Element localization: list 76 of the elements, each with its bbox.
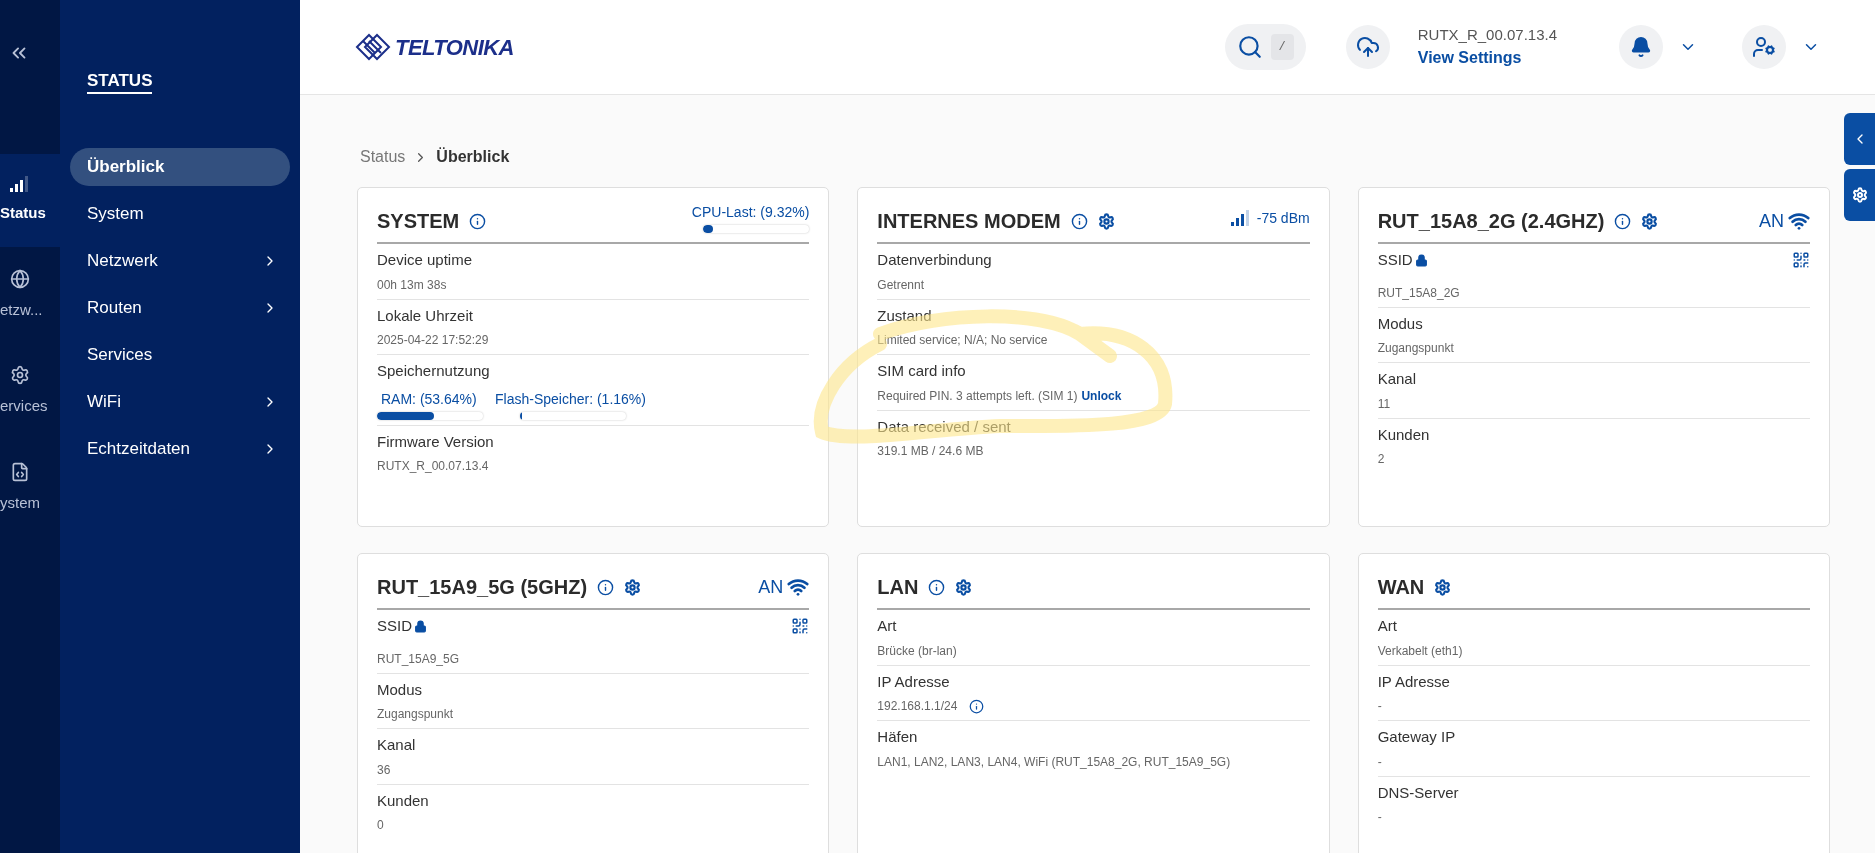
wifi-status: AN bbox=[758, 575, 784, 599]
field-label: IP Adresse bbox=[1377, 671, 1451, 692]
field-value: LAN1, LAN2, LAN3, LAN4, WiFi (RUT_15A8_2G, RUT_15A9_5G) bbox=[877, 753, 1232, 771]
sidebar-item[interactable]: Echtzeitdaten bbox=[70, 429, 290, 468]
field-value: 00h 13m 38s bbox=[377, 276, 448, 294]
field-value: Zugangspunkt bbox=[377, 706, 455, 723]
field-value: 0 bbox=[377, 817, 385, 834]
card-title: RUT_15A9_5G (5GHZ) bbox=[377, 575, 588, 600]
view-settings-link[interactable]: View Settings bbox=[1417, 46, 1557, 71]
logo-text: TELTONIKA bbox=[395, 33, 514, 62]
field-value: RUTX_R_00.07.13.4 bbox=[377, 458, 490, 475]
signal-reading: -75 dBm bbox=[1256, 208, 1310, 228]
field-value: 192.168.1.1/24 bbox=[877, 698, 958, 715]
sidebar-title: STATUS bbox=[87, 71, 153, 94]
field-value: Getrennt bbox=[877, 276, 926, 294]
firmware-version: RUTX_R_00.07.13.4 bbox=[1417, 24, 1557, 45]
unlock-link[interactable]: Unlock bbox=[1081, 386, 1122, 405]
search-button[interactable]: / bbox=[1224, 24, 1306, 70]
card-title: RUT_15A8_2G (2.4GHZ) bbox=[1377, 209, 1605, 234]
field-label: Gateway IP bbox=[1377, 727, 1457, 747]
card-title: LAN bbox=[877, 575, 919, 600]
sidebar-item[interactable]: Routen bbox=[70, 288, 290, 327]
field-value: Limited service; N/A; No service bbox=[877, 332, 1049, 349]
memory-usage-label: RAM: (53.64%) bbox=[380, 389, 478, 409]
card-title: INTERNES MODEM bbox=[877, 209, 1061, 234]
sidebar-item[interactable]: Services bbox=[70, 335, 290, 374]
field-label: Art bbox=[1377, 616, 1398, 636]
rail-item[interactable]: ervices bbox=[0, 343, 60, 440]
breadcrumb-link[interactable]: Status bbox=[360, 145, 406, 169]
field-value: 2025-04-22 17:52:29 bbox=[377, 332, 490, 349]
field-value: 11 bbox=[1377, 395, 1392, 413]
field-label: Data received / sent bbox=[877, 416, 1012, 437]
field-label: Firmware Version bbox=[377, 431, 495, 452]
field-label: Kunden bbox=[1377, 424, 1431, 445]
field-label: Modus bbox=[1377, 313, 1424, 334]
field-label: Datenverbindung bbox=[877, 250, 993, 270]
field-label: Device uptime bbox=[377, 250, 474, 270]
cpu-load-label: CPU-Last: (9.32%) bbox=[691, 202, 810, 222]
field-label: Art bbox=[877, 616, 898, 636]
field-value: 319.1 MB / 24.6 MB bbox=[877, 443, 985, 460]
field-label: Modus bbox=[377, 679, 424, 700]
field-label: Speichernutzung bbox=[377, 361, 491, 381]
field-value: - bbox=[1377, 753, 1383, 771]
memory-usage-label: Flash-Speicher: (1.16%) bbox=[495, 389, 646, 409]
field-value: - bbox=[1377, 698, 1383, 715]
field-label: Kanal bbox=[377, 735, 417, 755]
rail-item[interactable]: etzw... bbox=[0, 246, 60, 343]
field-value: 36 bbox=[377, 761, 392, 779]
field-value: RUT_15A9_5G bbox=[377, 650, 461, 668]
field-value: Verkabelt (eth1) bbox=[1377, 642, 1464, 660]
field-value: Required PIN. 3 attempts left. (SIM 1) bbox=[877, 387, 1078, 405]
field-value: Brücke (br-lan) bbox=[877, 642, 958, 660]
breadcrumb-current: Überblick bbox=[436, 146, 510, 167]
field-label: Lokale Uhrzeit bbox=[377, 305, 474, 326]
sidebar-item[interactable]: System bbox=[70, 194, 290, 233]
wifi-status: AN bbox=[1759, 209, 1784, 233]
field-value: 2 bbox=[1377, 451, 1386, 468]
rail-item[interactable]: Status bbox=[0, 154, 60, 247]
sidebar-item[interactable]: WiFi bbox=[70, 382, 290, 421]
field-label: Kanal bbox=[1377, 369, 1418, 389]
field-label: Kunden bbox=[377, 790, 430, 811]
card-title: WAN bbox=[1377, 575, 1425, 600]
field-label: Zustand bbox=[877, 305, 933, 326]
field-label: SSID bbox=[377, 616, 412, 636]
field-value: Zugangspunkt bbox=[1377, 340, 1455, 357]
field-label: SIM card info bbox=[877, 361, 967, 381]
sidebar-item[interactable]: Überblick bbox=[70, 147, 290, 186]
field-label: SSID bbox=[1377, 250, 1413, 270]
sidebar-item[interactable]: Netzwerk bbox=[70, 241, 290, 280]
field-value: RUT_15A8_2G bbox=[1377, 284, 1461, 302]
field-label: IP Adresse bbox=[877, 671, 951, 692]
rail-item[interactable]: ystem bbox=[0, 439, 60, 536]
field-label: DNS-Server bbox=[1377, 782, 1460, 803]
card-title: SYSTEM bbox=[377, 209, 460, 234]
field-value: - bbox=[1377, 809, 1383, 826]
field-label: Häfen bbox=[877, 727, 919, 747]
